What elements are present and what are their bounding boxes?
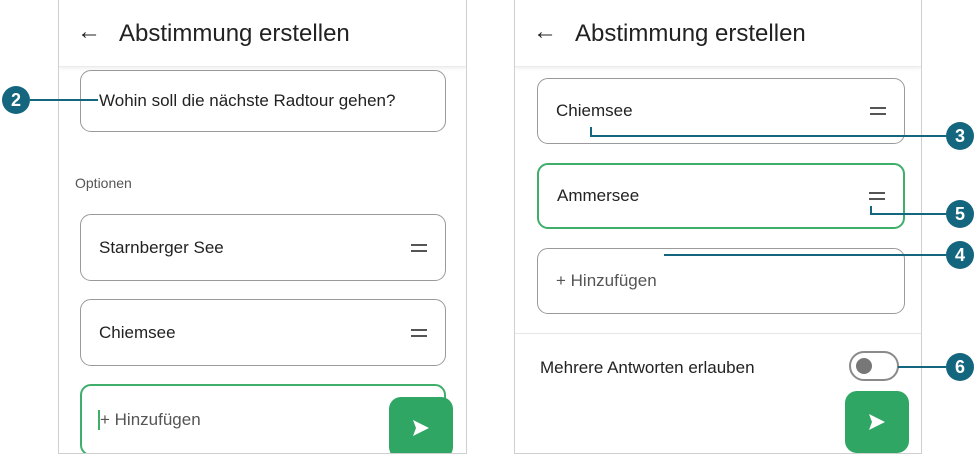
add-option-placeholder: + Hinzufügen <box>556 271 657 290</box>
option-field-dragging[interactable]: Ammersee <box>537 163 905 229</box>
callout-badge: 2 <box>2 86 30 114</box>
send-icon <box>869 414 885 430</box>
option-field[interactable]: Starnberger See <box>80 214 446 281</box>
drag-handle-icon[interactable] <box>869 192 885 200</box>
question-text: Wohin soll die nächste Radtour gehen? <box>99 91 396 110</box>
option-text: Chiemsee <box>556 101 633 120</box>
option-text: Starnberger See <box>99 237 224 257</box>
add-option-input[interactable]: + Hinzufügen <box>537 248 905 314</box>
send-button[interactable] <box>389 397 453 453</box>
callout-leader-line <box>664 254 946 256</box>
back-arrow-icon[interactable]: ← <box>533 18 557 46</box>
callout-leader-line <box>590 135 946 137</box>
callout-leader-line <box>30 99 98 101</box>
options-section-label: Optionen <box>75 175 132 191</box>
callout-leader-line <box>590 127 592 135</box>
send-button[interactable] <box>845 391 909 453</box>
callout-badge: 5 <box>946 200 974 228</box>
option-text: Chiemsee <box>99 322 176 342</box>
multiple-answers-label: Mehrere Antworten erlauben <box>540 358 755 377</box>
drag-handle-icon[interactable] <box>870 107 886 115</box>
multiple-answers-toggle[interactable] <box>849 351 899 381</box>
callout-badge: 6 <box>946 353 974 381</box>
callout-leader-line <box>898 366 946 368</box>
callout-badge: 3 <box>946 122 974 150</box>
right-screen: ← Abstimmung erstellen Chiemsee Ammersee… <box>514 0 922 454</box>
option-text: Ammersee <box>557 186 640 205</box>
callout-badge: 4 <box>946 241 974 269</box>
divider <box>515 333 921 334</box>
add-option-placeholder: + Hinzufügen <box>100 410 201 429</box>
page-title: Abstimmung erstellen <box>119 20 350 47</box>
option-field[interactable]: Chiemsee <box>80 299 446 366</box>
back-arrow-icon[interactable]: ← <box>77 18 101 46</box>
page-title: Abstimmung erstellen <box>575 20 806 47</box>
app-header: ← Abstimmung erstellen <box>515 0 921 67</box>
app-header: ← Abstimmung erstellen <box>59 0 466 67</box>
callout-leader-line <box>870 213 946 215</box>
drag-handle-icon[interactable] <box>411 243 427 252</box>
left-screen: ← Abstimmung erstellen Wohin soll die nä… <box>58 0 467 454</box>
drag-handle-icon[interactable] <box>411 328 427 337</box>
toggle-knob <box>856 358 872 374</box>
send-icon <box>413 420 429 436</box>
question-field[interactable]: Wohin soll die nächste Radtour gehen? <box>80 70 446 132</box>
